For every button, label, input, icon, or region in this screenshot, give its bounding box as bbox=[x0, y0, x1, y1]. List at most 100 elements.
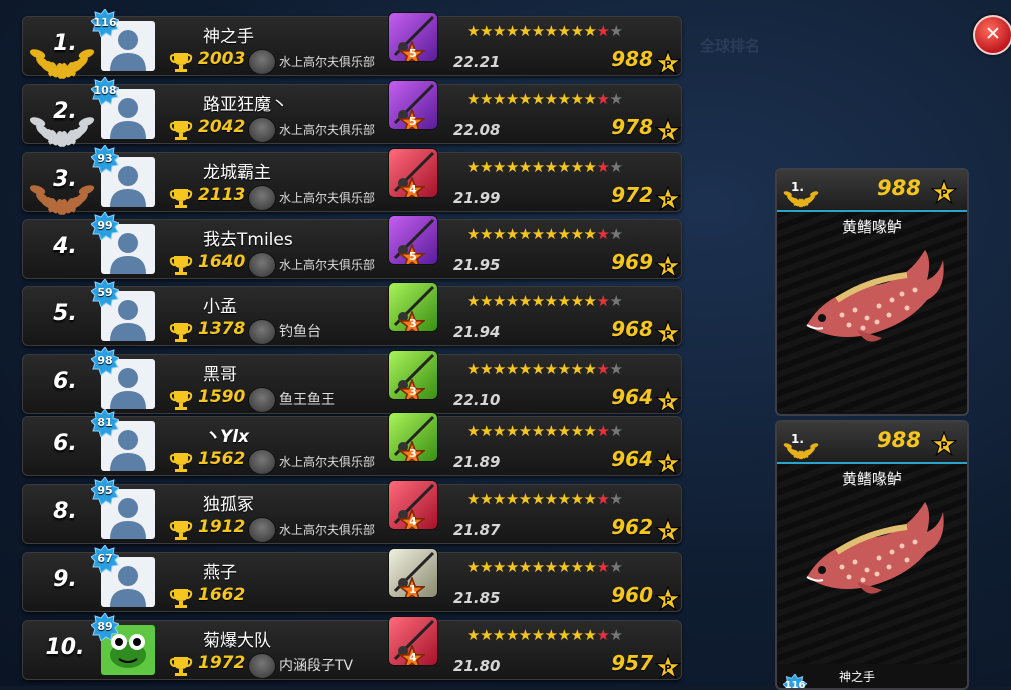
points-star-icon: P bbox=[654, 653, 682, 684]
leaderboard-row[interactable]: 10. 89 菊爆大队 1972 内涵段子TV 4 ★★★★★★★★★★★★ 21.80 957… bbox=[22, 613, 682, 680]
level-badge: 59 bbox=[91, 279, 119, 307]
rod-grade: 4 bbox=[409, 515, 417, 528]
leaderboard-row[interactable]: 6. 81 丶Ylx 1562 水上高尔夫俱乐部 3 ★★★★★★★★★★★★ 21.89 96… bbox=[22, 409, 682, 476]
rod-icon[interactable]: 1 bbox=[388, 548, 438, 598]
star-rating: ★★★★★★★★★★★★ bbox=[467, 422, 623, 440]
star-rating: ★★★★★★★★★★★★ bbox=[467, 360, 623, 378]
leaderboard-row[interactable]: 5. 59 小孟 1378 钓鱼台 3 ★★★★★★★★★★★★ 21.94 968 P bbox=[22, 279, 682, 347]
player-name: 丶Ylx bbox=[203, 427, 250, 447]
empty-star-icon: ★ bbox=[609, 158, 623, 176]
grouper-fish-image bbox=[797, 230, 947, 364]
trophy-icon bbox=[169, 51, 193, 77]
red-star-icon: ★ bbox=[596, 626, 610, 644]
star-rating: ★★★★★★★★★★★★ bbox=[467, 292, 623, 310]
rod-icon[interactable]: 5 bbox=[388, 215, 438, 265]
rod-icon[interactable]: 5 bbox=[388, 80, 438, 130]
rod-icon[interactable]: 5 bbox=[388, 12, 438, 62]
club-name: 水上高尔夫俱乐部 bbox=[279, 55, 376, 69]
close-button[interactable]: ✕ bbox=[973, 15, 1011, 55]
leaderboard-row[interactable]: 6. 98 黑哥 1590 鱼王鱼王 3 ★★★★★★★★★★★★ 22.10 964 P bbox=[22, 347, 682, 415]
rank-number: 4. bbox=[53, 234, 77, 259]
player-name: 黑哥 bbox=[203, 365, 237, 385]
rank-number: 8. bbox=[53, 499, 77, 524]
points-star-icon: P bbox=[930, 430, 958, 461]
rod-icon[interactable]: 4 bbox=[388, 480, 438, 530]
leaderboard-row[interactable]: 3. 93 龙城霸主 2113 水上高尔夫俱乐部 4 ★★★★★★★★★★★★ 21.99 97… bbox=[22, 145, 682, 215]
points-star-icon: P bbox=[654, 319, 682, 350]
catch-card[interactable]: 1. 988 P 黄鳍喙鲈 116 神之手 bbox=[775, 420, 969, 690]
club-name: 水上高尔夫俱乐部 bbox=[279, 523, 376, 537]
catch-weight: 22.08 bbox=[453, 121, 501, 139]
fish-panel: 黄鳍喙鲈 bbox=[777, 212, 967, 412]
club-name: 水上高尔夫俱乐部 bbox=[279, 191, 376, 205]
club-emblem-icon bbox=[248, 252, 276, 278]
empty-star-icon: ★ bbox=[609, 490, 623, 508]
player-name: 路亚狂魔丶 bbox=[203, 95, 288, 115]
card-header: 1. 988 P bbox=[777, 170, 967, 212]
red-star-icon: ★ bbox=[596, 158, 610, 176]
rank-number: 3. bbox=[53, 167, 77, 192]
rod-icon[interactable]: 4 bbox=[388, 148, 438, 198]
player-name: 菊爆大队 bbox=[203, 631, 271, 651]
rod-grade: 3 bbox=[409, 317, 417, 330]
trophy-score: 1640 bbox=[198, 252, 246, 272]
catch-weight: 21.85 bbox=[453, 589, 501, 607]
catch-weight: 22.10 bbox=[453, 391, 501, 409]
points-value: 968 bbox=[611, 317, 653, 341]
svg-text:P: P bbox=[664, 397, 671, 408]
catch-card[interactable]: 1. 988 P 黄鳍喙鲈 bbox=[775, 168, 969, 416]
level-badge: 81 bbox=[91, 409, 119, 437]
star-rating: ★★★★★★★★★★★★ bbox=[467, 90, 623, 108]
points-value: 972 bbox=[611, 183, 653, 207]
svg-text:P: P bbox=[664, 262, 671, 273]
catch-weight: 21.95 bbox=[453, 256, 501, 274]
points-value: 964 bbox=[611, 385, 653, 409]
trophy-icon bbox=[169, 519, 193, 545]
rod-icon[interactable]: 4 bbox=[388, 616, 438, 666]
rod-icon[interactable]: 3 bbox=[388, 350, 438, 400]
empty-star-icon: ★ bbox=[609, 422, 623, 440]
points-value: 957 bbox=[611, 651, 653, 675]
level-badge: 93 bbox=[91, 145, 119, 173]
club-emblem-icon bbox=[248, 49, 276, 75]
empty-star-icon: ★ bbox=[609, 90, 623, 108]
trophy-icon bbox=[169, 389, 193, 415]
svg-text:P: P bbox=[664, 59, 671, 70]
club-name: 钓鱼台 bbox=[279, 324, 321, 340]
player-name: 我去Tmiles bbox=[203, 230, 293, 250]
empty-star-icon: ★ bbox=[609, 558, 623, 576]
level-badge: 116 bbox=[782, 673, 808, 688]
leaderboard-row[interactable]: 9. 67 燕子 1662 1 ★★★★★★★★★★★★ 21.85 960 P bbox=[22, 545, 682, 612]
club-name: 水上高尔夫俱乐部 bbox=[279, 258, 376, 272]
leaderboard-row[interactable]: 2. 108 路亚狂魔丶 2042 水上高尔夫俱乐部 5 ★★★★★★★★★★★★ 22.08… bbox=[22, 77, 682, 147]
points-star-icon: P bbox=[654, 117, 682, 148]
rank-number: 6. bbox=[53, 369, 77, 394]
club-emblem-icon bbox=[248, 319, 276, 345]
rod-icon[interactable]: 3 bbox=[388, 282, 438, 332]
card-rank: 1. bbox=[791, 432, 804, 446]
player-name: 燕子 bbox=[203, 563, 237, 583]
trophy-score: 1912 bbox=[198, 517, 246, 537]
club-emblem-icon bbox=[248, 387, 276, 413]
club-name: 水上高尔夫俱乐部 bbox=[279, 123, 376, 137]
leaderboard-row[interactable]: 1. 116 神之手 2003 水上高尔夫俱乐部 5 ★★★★★★★★★★★★ 22.21 98… bbox=[22, 9, 682, 79]
points-star-icon: P bbox=[654, 449, 682, 480]
trophy-score: 1590 bbox=[198, 387, 246, 407]
svg-text:P: P bbox=[664, 329, 671, 340]
svg-text:P: P bbox=[664, 127, 671, 138]
red-star-icon: ★ bbox=[596, 558, 610, 576]
card-points: 988 bbox=[877, 428, 921, 452]
card-header: 1. 988 P bbox=[777, 422, 967, 464]
rod-icon[interactable]: 3 bbox=[388, 412, 438, 462]
trophy-icon bbox=[169, 321, 193, 347]
points-star-icon: P bbox=[654, 252, 682, 283]
leaderboard-row[interactable]: 8. 95 独孤冢 1912 水上高尔夫俱乐部 4 ★★★★★★★★★★★★ 21.87 962… bbox=[22, 477, 682, 545]
points-star-icon: P bbox=[654, 517, 682, 548]
catch-weight: 21.94 bbox=[453, 323, 501, 341]
player-name: 神之手 bbox=[203, 27, 254, 47]
svg-text:P: P bbox=[664, 527, 671, 538]
leaderboard-row[interactable]: 4. 99 我去Tmiles 1640 水上高尔夫俱乐部 5 ★★★★★★★★★★★★ 21.… bbox=[22, 212, 682, 280]
trophy-icon bbox=[169, 254, 193, 280]
club-emblem-icon bbox=[248, 517, 276, 543]
club-emblem-icon bbox=[248, 449, 276, 475]
